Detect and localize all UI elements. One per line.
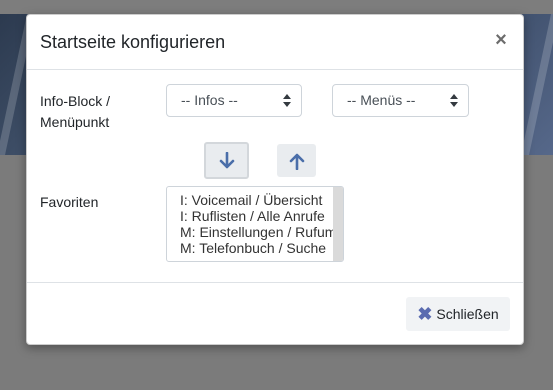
banner-stripe xyxy=(521,14,553,155)
select-caret-icon xyxy=(283,94,291,108)
info-block-label: Info-Block / Menüpunkt xyxy=(40,93,111,130)
menus-select-value: -- Menüs -- xyxy=(347,92,416,108)
select-caret-icon xyxy=(450,94,458,108)
menus-select[interactable]: -- Menüs -- xyxy=(332,84,469,117)
modal-title: Startseite konfigurieren xyxy=(40,32,226,52)
close-icon[interactable]: × xyxy=(493,29,509,51)
configure-homepage-dialog: Startseite konfigurieren × Info-Block / … xyxy=(26,14,524,345)
close-button-label: Schließen xyxy=(436,306,499,322)
favorites-listbox[interactable]: I: Voicemail / Übersicht I: Ruflisten / … xyxy=(166,186,344,262)
favorites-items: I: Voicemail / Übersicht I: Ruflisten / … xyxy=(167,192,334,256)
background-topbar xyxy=(0,0,553,14)
infos-select-value: -- Infos -- xyxy=(181,92,238,108)
list-item[interactable]: I: Voicemail / Übersicht xyxy=(167,192,334,208)
x-icon: ✖ xyxy=(417,304,433,324)
modal-footer: ✖ Schließen xyxy=(27,283,523,344)
close-button[interactable]: ✖ Schließen xyxy=(406,297,510,331)
favorites-label: Favoriten xyxy=(40,194,99,210)
move-down-button[interactable] xyxy=(204,142,249,179)
list-item[interactable]: M: Einstellungen / Rufumleitung xyxy=(167,224,334,240)
list-item[interactable]: M: Telefonbuch / Suche xyxy=(167,240,334,256)
arrow-down-icon xyxy=(219,151,234,168)
infos-select[interactable]: -- Infos -- xyxy=(166,84,302,117)
list-item[interactable]: I: Ruflisten / Alle Anrufe xyxy=(167,208,334,224)
listbox-scrollbar[interactable] xyxy=(333,187,343,261)
modal-body: Info-Block / Menüpunkt -- Infos -- -- Me… xyxy=(27,70,523,283)
modal-header: Startseite konfigurieren × xyxy=(27,15,523,70)
move-up-button[interactable] xyxy=(277,144,316,177)
arrow-up-icon xyxy=(289,153,304,170)
